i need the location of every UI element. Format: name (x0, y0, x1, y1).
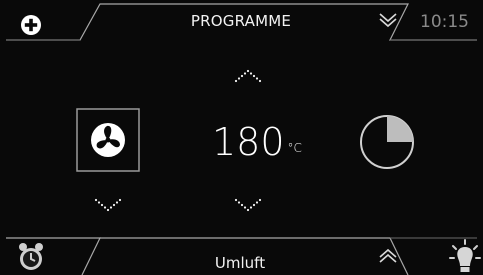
light-bulb-icon[interactable] (448, 238, 482, 274)
pie-timer-icon[interactable] (358, 113, 416, 171)
plus-circle-icon[interactable] (19, 13, 43, 37)
alarm-clock-icon[interactable] (17, 242, 45, 272)
temperature-down-chevron-icon[interactable] (233, 197, 263, 213)
mode-label[interactable]: Umluft (150, 252, 330, 274)
fan-icon[interactable] (76, 108, 140, 172)
double-chevron-up-icon[interactable] (376, 246, 400, 266)
temperature-up-chevron-icon[interactable] (233, 68, 263, 84)
temperature-value: 180 (212, 120, 285, 164)
double-chevron-down-icon[interactable] (376, 10, 400, 30)
temperature-unit: °C (287, 141, 302, 155)
temperature-display: 180 °C (212, 117, 312, 167)
fan-mode-down-chevron-icon[interactable] (93, 197, 123, 213)
clock-time: 10:15 (420, 12, 469, 32)
oven-control-screen: PROGRAMME 10:15 180 °C Umluft (0, 0, 483, 275)
programme-label[interactable]: PROGRAMME (130, 9, 352, 33)
